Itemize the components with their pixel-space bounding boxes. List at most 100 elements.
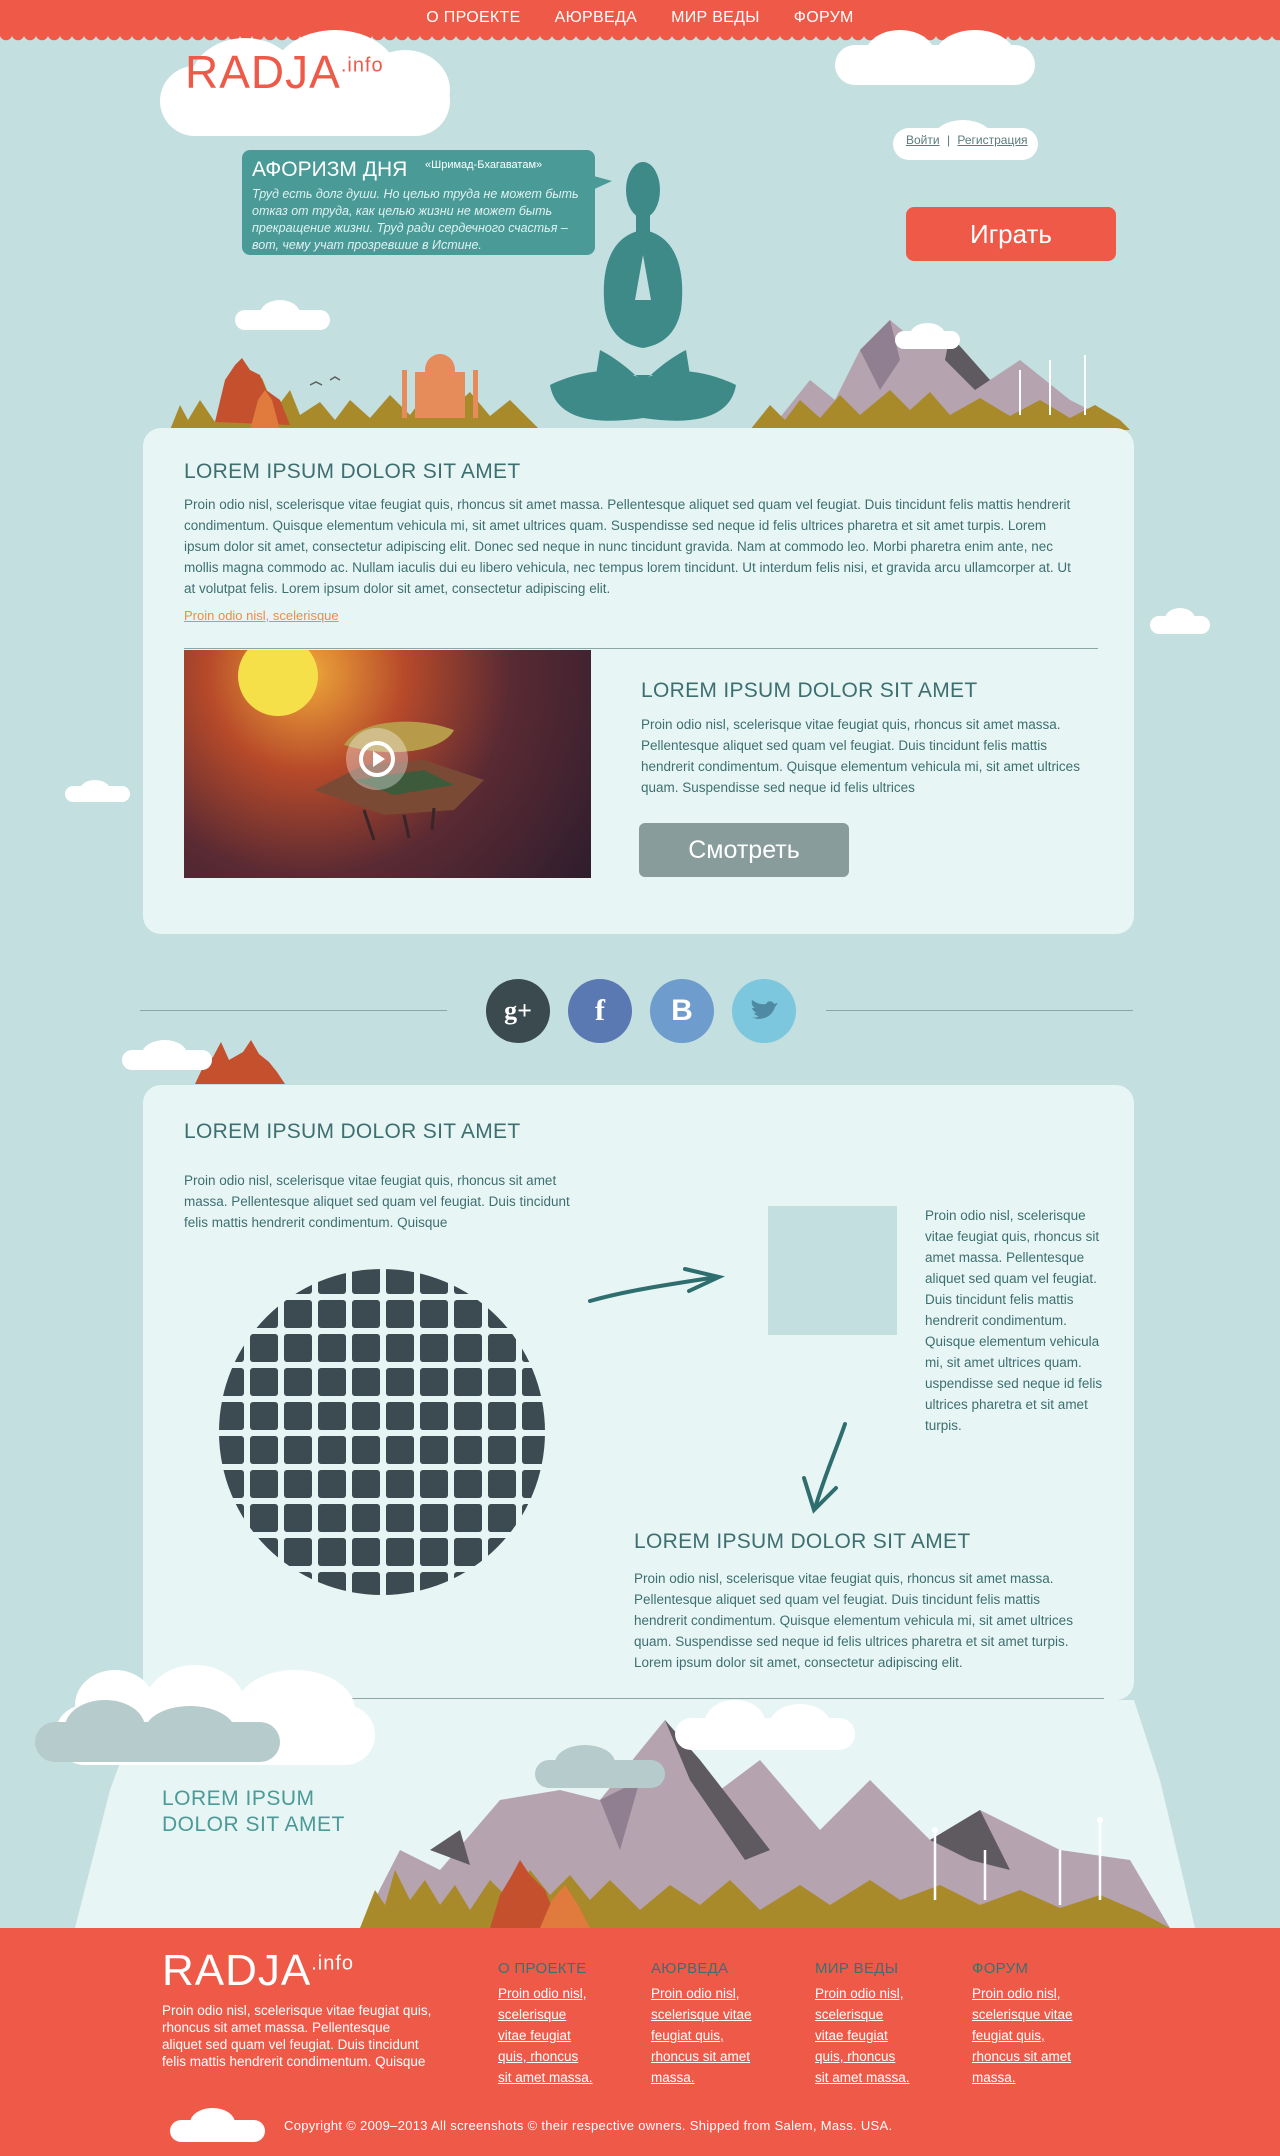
- footer-link[interactable]: Proin odio nisl,: [815, 1983, 910, 2004]
- grid-tile: [219, 1538, 244, 1566]
- footer-link[interactable]: scelerisque vitae: [651, 2004, 752, 2025]
- side-cloud: [122, 1040, 212, 1070]
- footer-link[interactable]: massa.: [651, 2067, 752, 2088]
- section1-link[interactable]: Proin odio nisl, scelerisque: [184, 608, 339, 623]
- grid-tile: [420, 1402, 448, 1430]
- small-cloud: [895, 323, 960, 349]
- grid-tile: [219, 1368, 244, 1396]
- section1-divider: [184, 648, 1098, 649]
- grid-tile: [318, 1470, 346, 1498]
- footer-link[interactable]: Proin odio nisl,: [651, 1983, 752, 2004]
- grid-tile: [250, 1470, 278, 1498]
- grid-tile: [420, 1300, 448, 1328]
- footer-logo[interactable]: RADJA.info: [162, 1946, 354, 1996]
- nav-item-about[interactable]: О ПРОЕКТЕ: [426, 9, 520, 27]
- grid-tile: [420, 1504, 448, 1532]
- section2-sub-text: Proin odio nisl, scelerisque vitae feugi…: [634, 1571, 1073, 1670]
- landscape-caption: LOREM IPSUM DOLOR SIT AMET: [162, 1787, 345, 1836]
- footer-about: Proin odio nisl, scelerisque vitae feugi…: [162, 2003, 432, 2069]
- grid-tile: [318, 1334, 346, 1362]
- grid-tile: [219, 1334, 244, 1362]
- meditation-figure-illustration: [550, 162, 736, 421]
- grid-tile: [284, 1402, 312, 1430]
- grid-tile: [318, 1368, 346, 1396]
- grid-tile: [386, 1504, 414, 1532]
- grid-tile: [522, 1538, 545, 1566]
- video-title: LOREM IPSUM DOLOR SIT AMET: [641, 679, 978, 702]
- arrow-right-icon: [588, 1267, 725, 1303]
- grid-tile: [284, 1538, 312, 1566]
- footer-link[interactable]: massa.: [972, 2067, 1073, 2088]
- footer-link[interactable]: scelerisque: [815, 2004, 910, 2025]
- site-logo[interactable]: RADJA.info: [185, 45, 384, 99]
- temple-landscape-left: [170, 354, 540, 430]
- grid-tile: [488, 1402, 516, 1430]
- footer-link[interactable]: quis, rhoncus: [498, 2046, 593, 2067]
- grid-tile: [386, 1368, 414, 1396]
- vkontakte-icon[interactable]: B: [650, 979, 714, 1043]
- grid-tile: [250, 1368, 278, 1396]
- grid-tile: [250, 1334, 278, 1362]
- footer-link[interactable]: rhoncus sit amet: [651, 2046, 752, 2067]
- watch-button[interactable]: Смотреть: [639, 823, 849, 877]
- footer-link[interactable]: rhoncus sit amet: [972, 2046, 1073, 2067]
- copyright: Copyright © 2009–2013 All screenshots © …: [284, 2118, 893, 2133]
- footer-link[interactable]: sit amet massa.: [815, 2067, 910, 2088]
- grid-tile: [522, 1300, 545, 1328]
- footer-link[interactable]: Proin odio nisl,: [972, 1983, 1073, 2004]
- grid-tile: [219, 1470, 244, 1498]
- aphorism-source: «Шримад-Бхагаватам»: [425, 159, 543, 171]
- nav-item-forum[interactable]: ФОРУМ: [794, 9, 854, 27]
- footer-link[interactable]: Proin odio nisl,: [498, 1983, 593, 2004]
- aphorism-text: Труд есть долг души. Но целью труда не м…: [252, 187, 579, 252]
- footer-link[interactable]: scelerisque vitae: [972, 2004, 1073, 2025]
- footer-link[interactable]: feugiat quis,: [972, 2025, 1073, 2046]
- small-cloud: [235, 300, 330, 330]
- grid-tile: [454, 1368, 482, 1396]
- grid-tile: [250, 1269, 278, 1294]
- video-play-icon[interactable]: [346, 728, 408, 790]
- facebook-icon[interactable]: f: [568, 979, 632, 1043]
- footer-col-forum: ФОРУМ Proin odio nisl, scelerisque vitae…: [972, 1960, 1073, 2088]
- section2-title: LOREM IPSUM DOLOR SIT AMET: [184, 1120, 521, 1143]
- grid-circle-illustration: [219, 1269, 545, 1595]
- footer-link[interactable]: vitae feugiat: [815, 2025, 910, 2046]
- grid-tile: [219, 1269, 244, 1294]
- grid-tile: [318, 1538, 346, 1566]
- footer-col-ayurveda: АЮРВЕДА Proin odio nisl, scelerisque vit…: [651, 1960, 752, 2088]
- section2-sub-title: LOREM IPSUM DOLOR SIT AMET: [634, 1530, 971, 1553]
- footer-link[interactable]: quis, rhoncus: [815, 2046, 910, 2067]
- grid-tile: [488, 1269, 516, 1294]
- grid-tile: [386, 1436, 414, 1464]
- side-cloud: [65, 780, 130, 802]
- footer-link[interactable]: sit amet massa.: [498, 2067, 593, 2088]
- grid-tile: [488, 1368, 516, 1396]
- grid-tile: [522, 1504, 545, 1532]
- grid-tile: [420, 1572, 448, 1595]
- twitter-icon[interactable]: [732, 979, 796, 1043]
- grid-tile: [250, 1538, 278, 1566]
- grid-tile: [352, 1538, 380, 1566]
- grid-tile: [250, 1402, 278, 1430]
- section2-intro: Proin odio nisl, scelerisque vitae feugi…: [184, 1173, 570, 1230]
- grid-tile: [352, 1300, 380, 1328]
- grid-tile: [386, 1572, 414, 1595]
- nav-item-ayurveda[interactable]: АЮРВЕДА: [555, 9, 637, 27]
- video-thumbnail[interactable]: [184, 650, 591, 878]
- video-text: Proin odio nisl, scelerisque vitae feugi…: [641, 717, 1080, 795]
- nav-item-vedas[interactable]: МИР ВЕДЫ: [671, 9, 760, 27]
- grid-tile: [284, 1269, 312, 1294]
- footer-link[interactable]: feugiat quis,: [651, 2025, 752, 2046]
- play-button[interactable]: Играть: [906, 207, 1116, 261]
- social-divider-right: [826, 1010, 1133, 1011]
- grid-tile: [284, 1300, 312, 1328]
- grid-tile: [420, 1368, 448, 1396]
- section1-title: LOREM IPSUM DOLOR SIT AMET: [184, 460, 521, 483]
- google-plus-icon[interactable]: g+: [486, 979, 550, 1043]
- grid-tile: [284, 1504, 312, 1532]
- register-link[interactable]: Регистрация: [957, 133, 1027, 147]
- section2-side-text: Proin odio nisl, scelerisque vitae feugi…: [925, 1208, 1103, 1433]
- login-link[interactable]: Войти: [906, 133, 940, 147]
- footer-link[interactable]: vitae feugiat: [498, 2025, 593, 2046]
- footer-link[interactable]: scelerisque: [498, 2004, 593, 2025]
